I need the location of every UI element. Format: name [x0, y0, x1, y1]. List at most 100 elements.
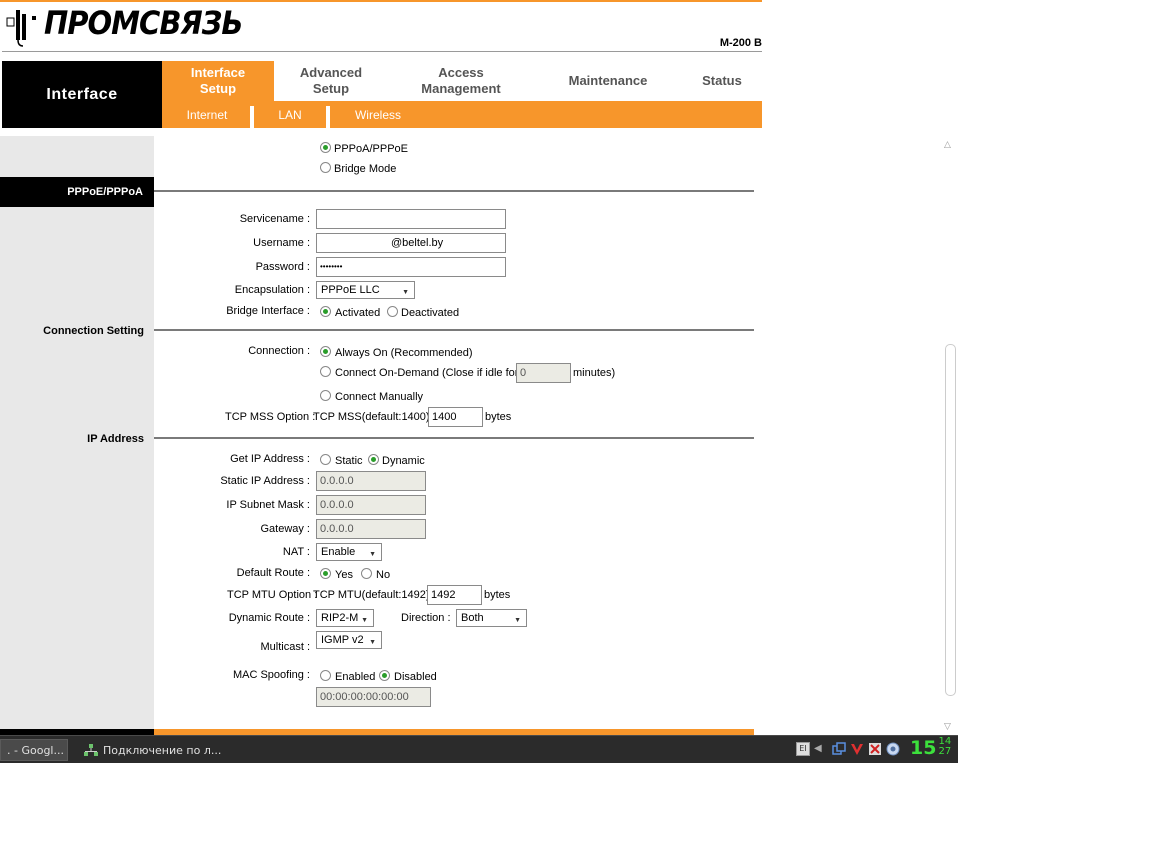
password-input[interactable]: •••••••• [316, 257, 506, 277]
mac-enabled-radio[interactable] [320, 670, 331, 681]
direction-value: Both [461, 612, 484, 624]
scrollbar-thumb[interactable] [945, 344, 956, 696]
mac-enabled-label: Enabled [335, 671, 376, 683]
multicast-select[interactable]: IGMP v2 ▼ [316, 631, 382, 649]
servicename-label: Servicename : [239, 213, 310, 225]
username-input[interactable]: @beltel.by [316, 233, 506, 253]
tab-maintenance[interactable]: Maintenance [544, 61, 672, 101]
get-ip-static-radio[interactable] [320, 454, 331, 465]
keyboard-layout-icon[interactable]: EI [796, 742, 810, 756]
encapsulation-select[interactable]: PPPoE LLC ▼ [316, 281, 415, 299]
gateway-input[interactable]: 0.0.0.0 [316, 519, 426, 539]
username-label: Username : [253, 237, 310, 249]
tab-advanced-setup[interactable]: Advanced Setup [274, 61, 388, 101]
connection-label: Connection : [248, 345, 310, 357]
bridge-activated-radio[interactable] [320, 306, 331, 317]
bridge-deactivated-label: Deactivated [401, 307, 460, 319]
nav-section-title: Interface [2, 61, 162, 128]
connect-manually-radio[interactable] [320, 390, 331, 401]
tcp-mtu-input[interactable]: 1492 [427, 585, 482, 605]
default-route-yes-radio[interactable] [320, 568, 331, 579]
scroll-down-arrow-icon[interactable]: ▽ [944, 722, 951, 732]
tray-arrow-icon[interactable]: ◀ [814, 742, 828, 756]
taskbar-item-browser[interactable]: . - Googl... [0, 739, 68, 761]
always-on-label: Always On (Recommended) [335, 347, 473, 359]
bridge-mode-label: Bridge Mode [334, 163, 397, 175]
nat-value: Enable [321, 546, 356, 558]
antivirus-icon[interactable] [850, 742, 864, 756]
clock-minute-bottom: 27 [938, 746, 952, 757]
multicast-value: IGMP v2 [321, 634, 364, 646]
section-ip-address: IP Address [87, 433, 144, 445]
mac-disabled-label: Disabled [394, 671, 437, 683]
speaker-icon[interactable] [886, 742, 900, 756]
servicename-input[interactable] [316, 209, 506, 229]
default-route-label: Default Route : [236, 567, 310, 579]
dynamic-route-value: RIP2-M [321, 612, 359, 624]
tab-access-management[interactable]: Access Management [398, 61, 524, 101]
taskbar-item-label: Подключение по л... [103, 743, 222, 757]
model-name: M-200 B [719, 37, 762, 49]
section-connection-setting: Connection Setting [43, 325, 144, 337]
static-ip-label: Static IP Address : [220, 475, 310, 487]
password-label: Password : [255, 261, 310, 273]
windows-icon[interactable] [832, 742, 846, 756]
bridge-mode-radio[interactable] [320, 162, 331, 173]
bridge-activated-label: Activated [335, 307, 381, 319]
taskbar-clock[interactable]: 15 14 27 [910, 737, 952, 760]
multicast-label: Multicast : [260, 641, 310, 653]
tab-label: Access [438, 65, 484, 80]
chevron-down-icon: ▼ [361, 617, 368, 624]
static-ip-input[interactable]: 0.0.0.0 [316, 471, 426, 491]
section-divider [154, 190, 754, 192]
default-route-no-radio[interactable] [361, 568, 372, 579]
nat-select[interactable]: Enable ▼ [316, 543, 382, 561]
tcp-mss-label: TCP MSS Option : [225, 411, 316, 423]
tab-interface-setup[interactable]: Interface Setup [162, 61, 274, 101]
scroll-up-arrow-icon[interactable]: △ [944, 140, 951, 150]
tcp-mss-unit: bytes [485, 411, 512, 423]
mac-address-input[interactable]: 00:00:00:00:00:00 [316, 687, 431, 707]
tcp-mss-text: TCP MSS(default:1400) [313, 411, 430, 423]
get-ip-label: Get IP Address : [230, 453, 310, 465]
tab-status[interactable]: Status [682, 61, 762, 101]
mac-disabled-radio[interactable] [379, 670, 390, 681]
tab-label: Interface [190, 65, 246, 80]
dynamic-route-select[interactable]: RIP2-M ▼ [316, 609, 374, 627]
chevron-down-icon: ▼ [369, 551, 376, 558]
network-disconnected-icon[interactable] [868, 742, 882, 756]
idle-minutes-input[interactable]: 0 [516, 363, 571, 383]
pppoa-pppoe-label: PPPoA/PPPoE [334, 143, 408, 155]
top-accent-line [0, 0, 762, 2]
tcp-mtu-label: TCP MTU Option : [227, 589, 318, 601]
always-on-radio[interactable] [320, 346, 331, 357]
tcp-mss-input[interactable]: 1400 [428, 407, 483, 427]
on-demand-radio[interactable] [320, 366, 331, 377]
clock-hour: 15 [910, 737, 937, 759]
subtab-internet[interactable]: Internet [162, 101, 252, 128]
logo-plug-icon [6, 10, 36, 47]
default-route-no-label: No [376, 569, 391, 581]
logo-text: ПРОМСВЯЗЬ [44, 4, 243, 42]
subtab-wireless[interactable]: Wireless [330, 101, 426, 128]
pppoa-pppoe-radio[interactable] [320, 142, 331, 153]
nat-label: NAT : [282, 546, 310, 558]
get-ip-dynamic-radio[interactable] [368, 454, 379, 465]
on-demand-label: Connect On-Demand (Close if idle for [335, 367, 519, 379]
get-ip-static-label: Static [335, 455, 363, 467]
encapsulation-label: Encapsulation : [234, 284, 310, 296]
network-icon [84, 744, 98, 756]
subnet-mask-input[interactable]: 0.0.0.0 [316, 495, 426, 515]
tab-label: Status [702, 73, 742, 88]
sub-nav: Internet LAN Wireless [162, 101, 762, 128]
mac-spoofing-label: MAC Spoofing : [232, 669, 310, 681]
direction-select[interactable]: Both ▼ [456, 609, 527, 627]
subnet-mask-label: IP Subnet Mask : [226, 499, 310, 511]
bridge-deactivated-radio[interactable] [387, 306, 398, 317]
section-pppoe-pppoa: PPPoE/PPPoA [0, 177, 154, 207]
connect-manually-label: Connect Manually [335, 391, 424, 403]
subtab-lan[interactable]: LAN [254, 101, 326, 128]
tab-label: Setup [312, 81, 350, 96]
taskbar-item-connection[interactable]: Подключение по л... [78, 739, 298, 761]
bridge-interface-label: Bridge Interface : [226, 305, 310, 317]
